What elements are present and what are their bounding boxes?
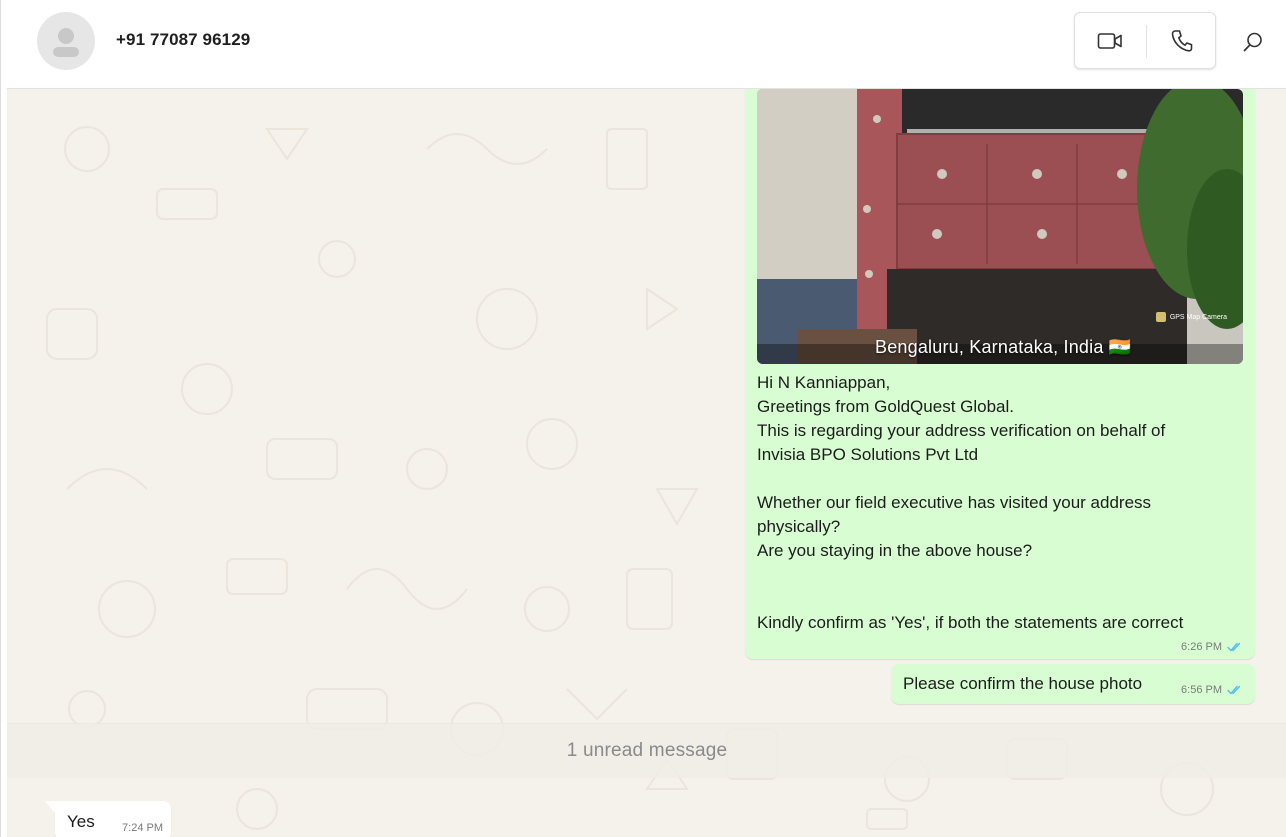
house-photo[interactable]: GPS Map Camera Bengaluru, Karnataka, Ind… xyxy=(757,89,1243,364)
message-time: 6:56 PM xyxy=(1181,684,1222,696)
outgoing-message-photo[interactable]: GPS Map Camera Bengaluru, Karnataka, Ind… xyxy=(745,89,1255,659)
video-call-button[interactable] xyxy=(1075,13,1145,68)
chat-header: +91 77087 96129 xyxy=(7,0,1286,89)
chat-window: +91 77087 96129 GPS Map Camera Bengaluru… xyxy=(0,0,1286,837)
double-check-icon xyxy=(1227,685,1241,695)
photo-location-caption: Bengaluru, Karnataka, India 🇮🇳 xyxy=(875,337,1132,357)
message-meta: 7:24 PM xyxy=(122,822,163,834)
house-photo-image xyxy=(757,89,1243,364)
outgoing-message[interactable]: Please confirm the house photo 6:56 PM xyxy=(891,664,1255,704)
phone-icon xyxy=(1171,29,1193,52)
chat-area[interactable]: GPS Map Camera Bengaluru, Karnataka, Ind… xyxy=(7,89,1286,837)
voice-call-button[interactable] xyxy=(1147,13,1217,68)
double-check-icon xyxy=(1227,642,1241,652)
contact-avatar[interactable] xyxy=(37,12,95,70)
search-icon xyxy=(1243,32,1262,52)
photo-watermark: GPS Map Camera xyxy=(1155,312,1227,322)
message-meta: 6:26 PM xyxy=(1181,641,1243,653)
search-button[interactable] xyxy=(1233,22,1273,62)
video-camera-icon xyxy=(1097,32,1122,49)
contact-name[interactable]: +91 77087 96129 xyxy=(116,30,250,50)
message-text: Hi N Kanniappan, Greetings from GoldQues… xyxy=(757,373,1184,632)
message-meta: 6:56 PM xyxy=(1181,684,1243,696)
message-text: Yes xyxy=(67,812,95,831)
call-button-group xyxy=(1074,12,1216,69)
incoming-bubble-tail xyxy=(45,801,55,813)
map-camera-icon xyxy=(1155,312,1166,322)
incoming-message[interactable]: Yes 7:24 PM xyxy=(55,801,171,837)
message-time: 7:24 PM xyxy=(122,822,163,834)
unread-divider-label: 1 unread message xyxy=(566,740,728,761)
message-text: Please confirm the house photo xyxy=(903,674,1143,693)
message-time: 6:26 PM xyxy=(1181,641,1222,653)
person-placeholder-icon xyxy=(53,28,79,57)
unread-divider: 1 unread message xyxy=(7,723,1286,778)
